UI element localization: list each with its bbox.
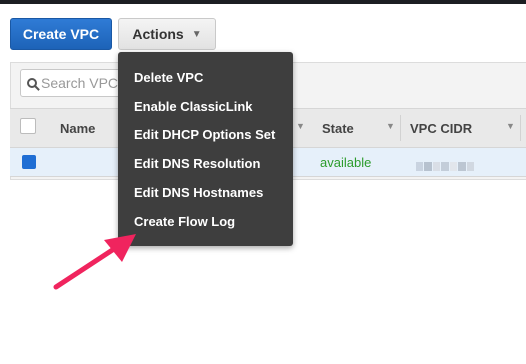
arrow-pointer-icon	[53, 234, 136, 290]
